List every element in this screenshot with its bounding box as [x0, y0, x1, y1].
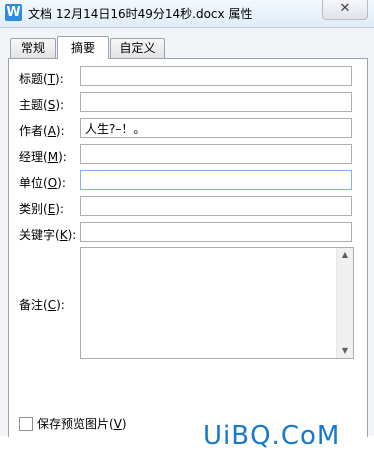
title-label: 标题(T): [19, 72, 64, 86]
wps-writer-icon: W [5, 4, 22, 21]
subject-field[interactable] [80, 92, 352, 112]
save-preview-checkbox[interactable] [19, 417, 33, 431]
company-field[interactable] [80, 170, 352, 190]
tab-custom[interactable]: 自定义 [110, 38, 165, 58]
title-bar: W 文档 12月14日16时49分14秒.docx 属性 ✕ [0, 0, 374, 28]
category-label: 类别(E): [19, 202, 65, 216]
scroll-down-icon[interactable]: ▼ [337, 344, 353, 358]
watermark: UiBQ.CoM [203, 421, 341, 451]
notes-scrollbar[interactable]: ▲ ▼ [336, 248, 353, 358]
title-field[interactable] [80, 66, 352, 86]
save-preview-label: 保存预览图片(V) [37, 417, 127, 431]
author-label: 作者(A): [19, 124, 65, 138]
close-button[interactable]: ✕ [322, 0, 368, 20]
keywords-label: 关键字(K): [19, 228, 77, 242]
window-title: 文档 12月14日16时49分14秒.docx 属性 [28, 7, 253, 21]
manager-field[interactable] [80, 144, 352, 164]
company-label: 单位(O): [19, 176, 66, 190]
notes-label: 备注(C): [19, 298, 65, 312]
author-field[interactable]: 人生?–！。 [80, 118, 352, 138]
keywords-field[interactable] [80, 222, 352, 242]
subject-label: 主题(S): [19, 98, 65, 112]
summary-panel: 标题(T): 主题(S): 作者(A): 人生?–！。 经理(M): 单位(O)… [8, 58, 368, 437]
tab-summary[interactable]: 摘要 [57, 36, 109, 59]
manager-label: 经理(M): [19, 150, 67, 164]
tab-general[interactable]: 常规 [10, 38, 56, 58]
dialog-body: 常规 摘要 自定义 标题(T): 主题(S): 作者(A): 人生?–！。 经理… [0, 28, 374, 451]
notes-textarea[interactable]: ▲ ▼ [80, 247, 354, 359]
category-field[interactable] [80, 196, 352, 216]
scroll-up-icon[interactable]: ▲ [337, 248, 353, 262]
